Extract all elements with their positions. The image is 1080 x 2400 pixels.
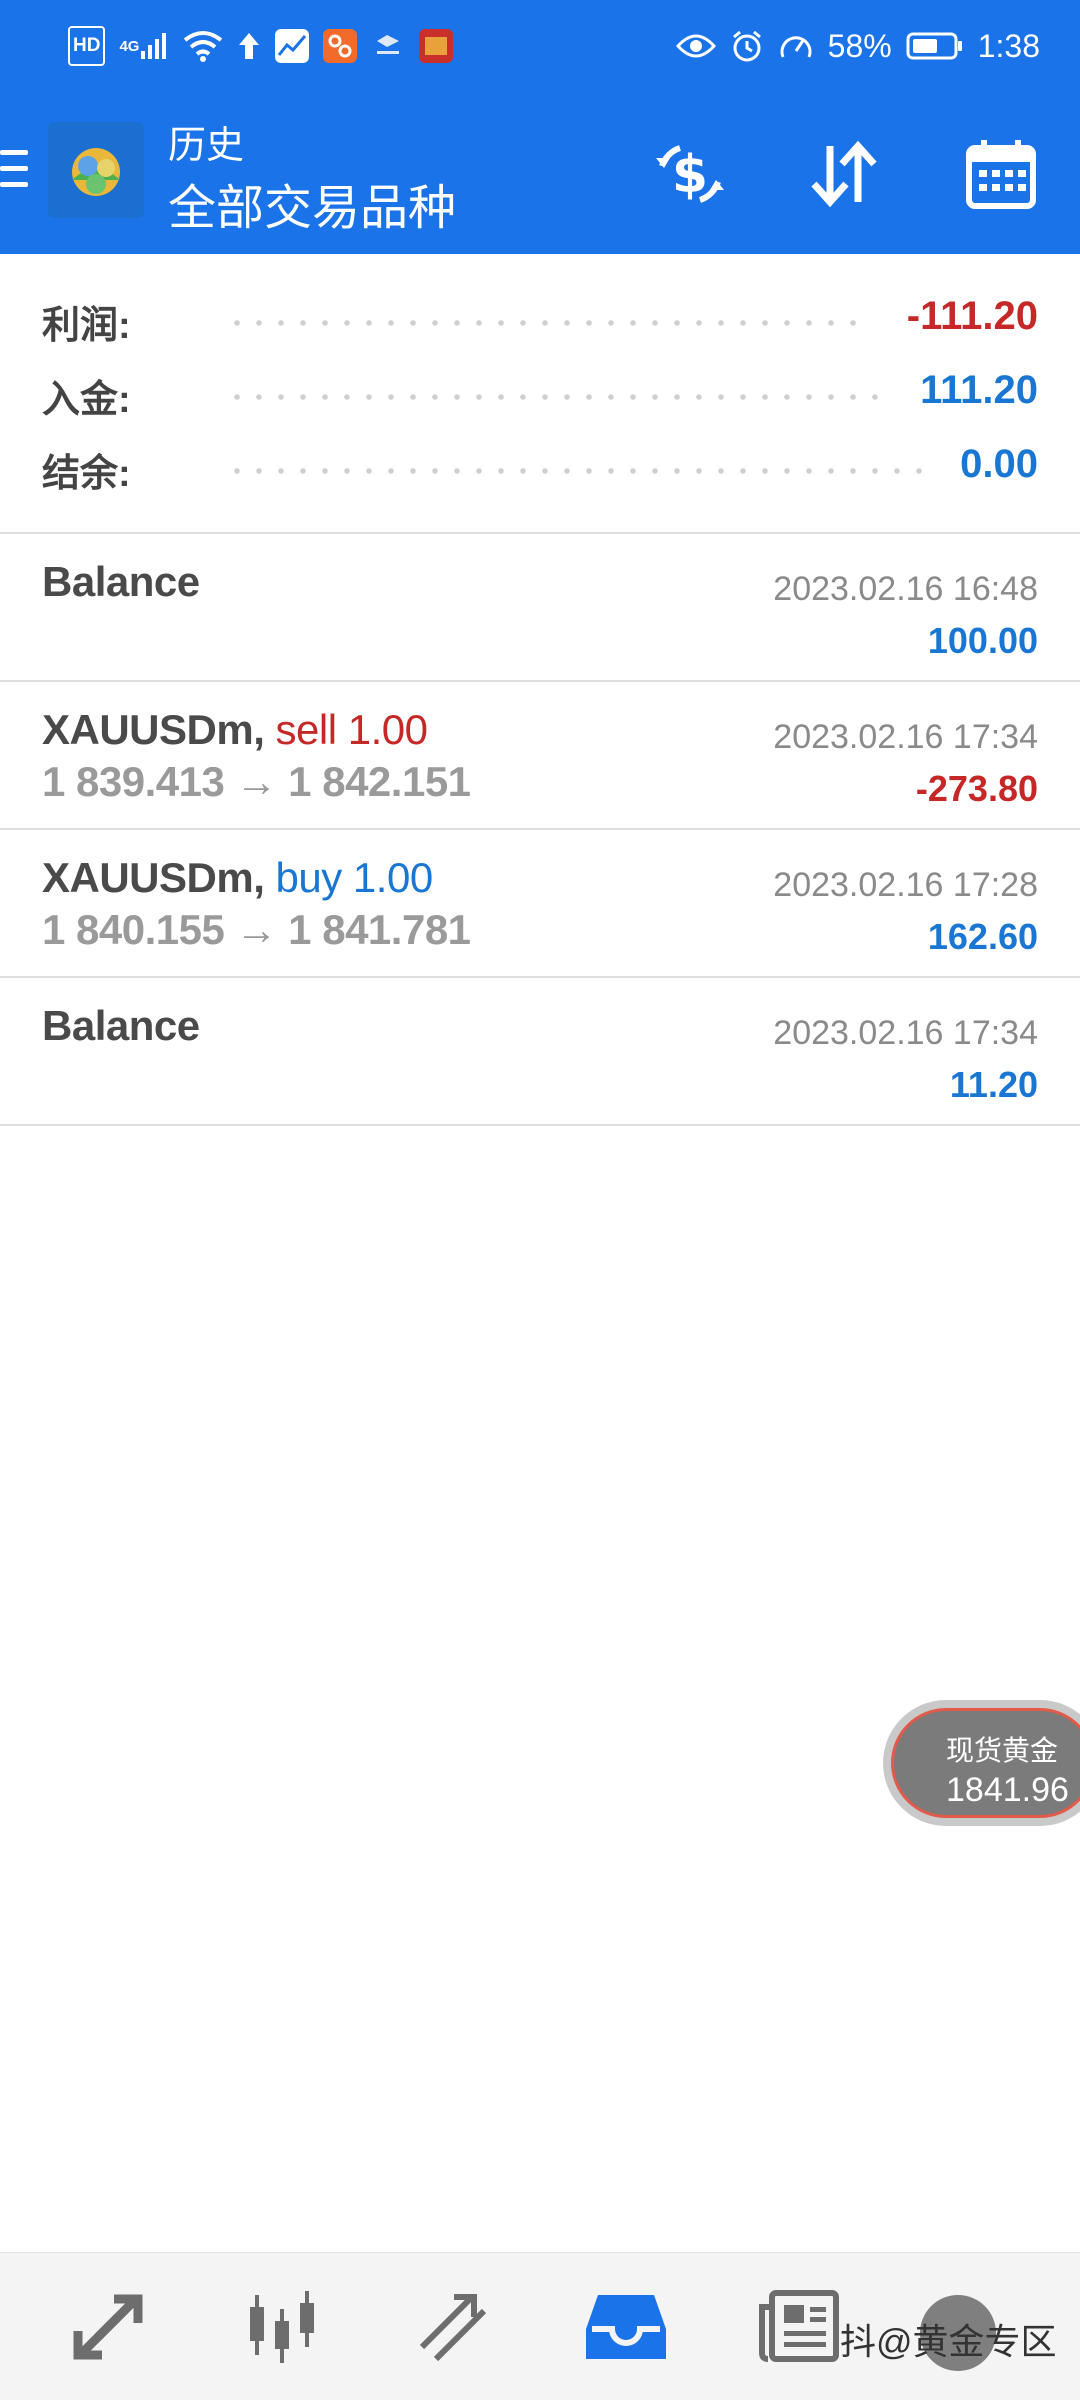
app-notification-icon bbox=[371, 26, 405, 66]
hd-indicator: HD bbox=[68, 26, 106, 66]
summary-panel: 利润: -111.20 入金: 111.20 结余: 0.00 bbox=[0, 254, 1080, 532]
deposit-row: 入金: 111.20 bbox=[0, 368, 1080, 442]
dotted-leader bbox=[226, 320, 866, 326]
deal-amount: 100.00 bbox=[927, 620, 1038, 661]
quotes-icon[interactable] bbox=[66, 2285, 150, 2369]
deal-prices: 1 840.155 → 1 841.781 bbox=[42, 906, 471, 953]
chart-icon[interactable] bbox=[240, 2285, 324, 2369]
deal-title: Balance bbox=[42, 1002, 200, 1049]
list-item[interactable]: Balance 2023.02.16 17:34 11.20 bbox=[0, 978, 1080, 1124]
news-icon[interactable] bbox=[758, 2285, 842, 2369]
app-logo bbox=[48, 122, 144, 218]
menu-icon[interactable] bbox=[0, 150, 30, 200]
deal-action: sell 1.00 bbox=[275, 706, 428, 753]
deposit-label: 入金: bbox=[42, 379, 131, 421]
dotted-leader bbox=[226, 468, 936, 474]
deal-symbol: XAUUSDm, bbox=[42, 706, 265, 753]
app-notification-icon bbox=[275, 26, 310, 66]
spot-gold-price-badge[interactable]: 现货黄金 1841.96 bbox=[883, 1700, 1080, 1826]
signal-icon: 4G bbox=[119, 26, 169, 66]
list-item[interactable]: XAUUSDm, sell 1.00 1 839.413 → 1 842.151… bbox=[0, 682, 1080, 828]
deal-prices: 1 839.413 → 1 842.151 bbox=[42, 758, 471, 805]
battery-icon bbox=[906, 26, 964, 66]
dotted-leader bbox=[226, 394, 886, 400]
page-title[interactable]: 全部交易品种 bbox=[168, 168, 456, 238]
price-badge-label: 现货黄金 bbox=[946, 1735, 1059, 1766]
eye-icon bbox=[675, 26, 716, 66]
history-icon[interactable] bbox=[584, 2285, 668, 2369]
calendar-icon[interactable] bbox=[961, 134, 1041, 214]
watermark-text: 抖@黄金专区 bbox=[840, 2321, 1057, 2362]
alarm-icon bbox=[730, 26, 764, 66]
app-bar: 历史 全部交易品种 $ bbox=[0, 92, 1080, 254]
app-notification-icon bbox=[419, 26, 454, 66]
list-item[interactable]: XAUUSDm, buy 1.00 1 840.155 → 1 841.781 … bbox=[0, 830, 1080, 976]
deal-time: 2023.02.16 17:28 bbox=[773, 866, 1038, 904]
status-bar: HD 4G 58% 1:38 bbox=[0, 0, 1080, 92]
deal-symbol: XAUUSDm, bbox=[42, 854, 265, 901]
page-subtitle: 历史 bbox=[168, 125, 245, 167]
balance-row: 结余: 0.00 bbox=[0, 442, 1080, 516]
deal-action: buy 1.00 bbox=[275, 854, 434, 901]
profit-label: 利润: bbox=[42, 305, 131, 347]
trade-icon[interactable] bbox=[412, 2285, 496, 2369]
battery-percent: 58% bbox=[827, 27, 892, 64]
deal-amount: -273.80 bbox=[915, 768, 1038, 809]
profit-value: -111.20 bbox=[906, 294, 1038, 338]
network-type: 4G bbox=[119, 37, 140, 55]
profit-row: 利润: -111.20 bbox=[0, 294, 1080, 368]
status-right: 58% 1:38 bbox=[675, 26, 1040, 66]
status-left: HD 4G bbox=[68, 26, 454, 66]
deal-time: 2023.02.16 17:34 bbox=[773, 1014, 1038, 1052]
deal-title: XAUUSDm, buy 1.00 bbox=[42, 854, 433, 902]
bottom-nav: 抖@黄金专区 bbox=[0, 2252, 1080, 2400]
currency-exchange-icon[interactable]: $ bbox=[650, 134, 730, 214]
wifi-icon bbox=[183, 26, 223, 66]
price-badge-value: 1841.96 bbox=[946, 1771, 1069, 1809]
speed-icon bbox=[778, 26, 814, 66]
deal-amount: 11.20 bbox=[949, 1064, 1038, 1105]
deal-title: XAUUSDm, sell 1.00 bbox=[42, 706, 428, 754]
deal-amount: 162.60 bbox=[927, 916, 1038, 957]
deal-time: 2023.02.16 16:48 bbox=[773, 570, 1038, 608]
balance-value: 0.00 bbox=[960, 442, 1038, 486]
deal-title: Balance bbox=[42, 558, 200, 605]
app-notification-icon bbox=[323, 26, 358, 66]
deal-time: 2023.02.16 17:34 bbox=[773, 718, 1038, 756]
list-item[interactable]: Balance 2023.02.16 16:48 100.00 bbox=[0, 534, 1080, 680]
upload-arrow-icon bbox=[237, 26, 261, 66]
price-badge-inner: 现货黄金 1841.96 bbox=[891, 1708, 1080, 1818]
balance-label: 结余: bbox=[42, 453, 131, 495]
clock: 1:38 bbox=[977, 27, 1040, 64]
deposit-value: 111.20 bbox=[920, 368, 1038, 412]
divider bbox=[0, 1124, 1080, 1126]
sort-icon[interactable] bbox=[804, 134, 884, 214]
